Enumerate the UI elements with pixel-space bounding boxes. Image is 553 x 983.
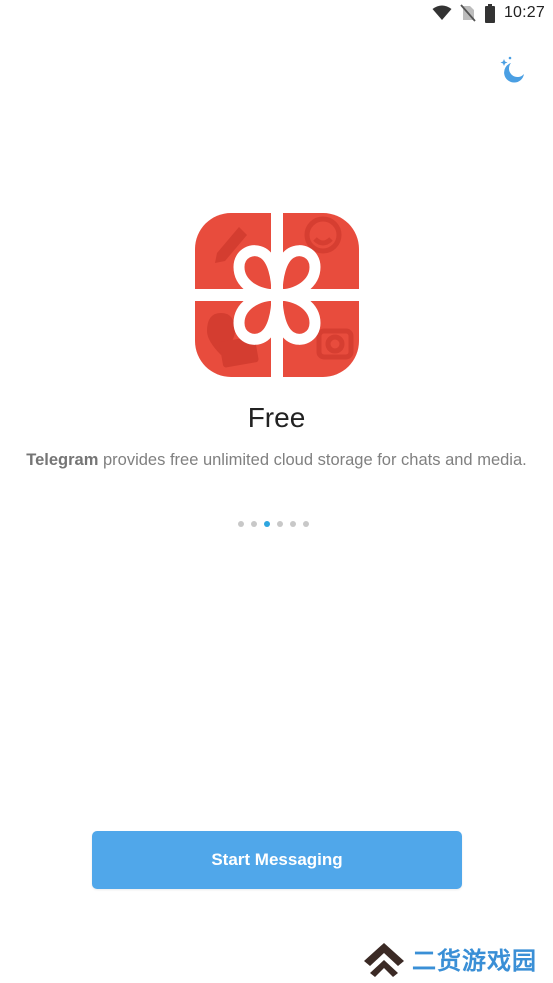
page-indicator (238, 521, 309, 527)
start-messaging-button[interactable]: Start Messaging (92, 831, 462, 889)
page-dot[interactable] (303, 521, 309, 527)
slide-description: Telegram provides free unlimited cloud s… (0, 451, 553, 470)
battery-icon (484, 3, 495, 23)
watermark: 二货游戏园 (362, 938, 537, 978)
page-dot-active[interactable] (264, 521, 270, 527)
description-brand: Telegram (26, 451, 99, 469)
page-dot[interactable] (251, 521, 257, 527)
intro-screen: 10:27 Free Telegram provides free unlimi… (0, 0, 553, 983)
description-text: provides free unlimited cloud storage fo… (98, 451, 527, 469)
status-bar: 10:27 (0, 0, 553, 26)
watermark-text: 二货游戏园 (412, 946, 537, 975)
no-sim-icon (460, 4, 476, 22)
gift-box-icon (195, 213, 359, 377)
wifi-icon (432, 5, 452, 20)
status-icons: 10:27 (432, 3, 545, 23)
page-dot[interactable] (238, 521, 244, 527)
double-chevron-up-icon (364, 943, 404, 977)
gift-box-illustration (195, 213, 359, 377)
slide-title: Free (247, 402, 306, 433)
status-time: 10:27 (503, 4, 545, 21)
page-dot[interactable] (290, 521, 296, 527)
page-dot[interactable] (277, 521, 283, 527)
moon-stars-icon (500, 56, 524, 83)
theme-toggle-button[interactable] (497, 54, 527, 84)
